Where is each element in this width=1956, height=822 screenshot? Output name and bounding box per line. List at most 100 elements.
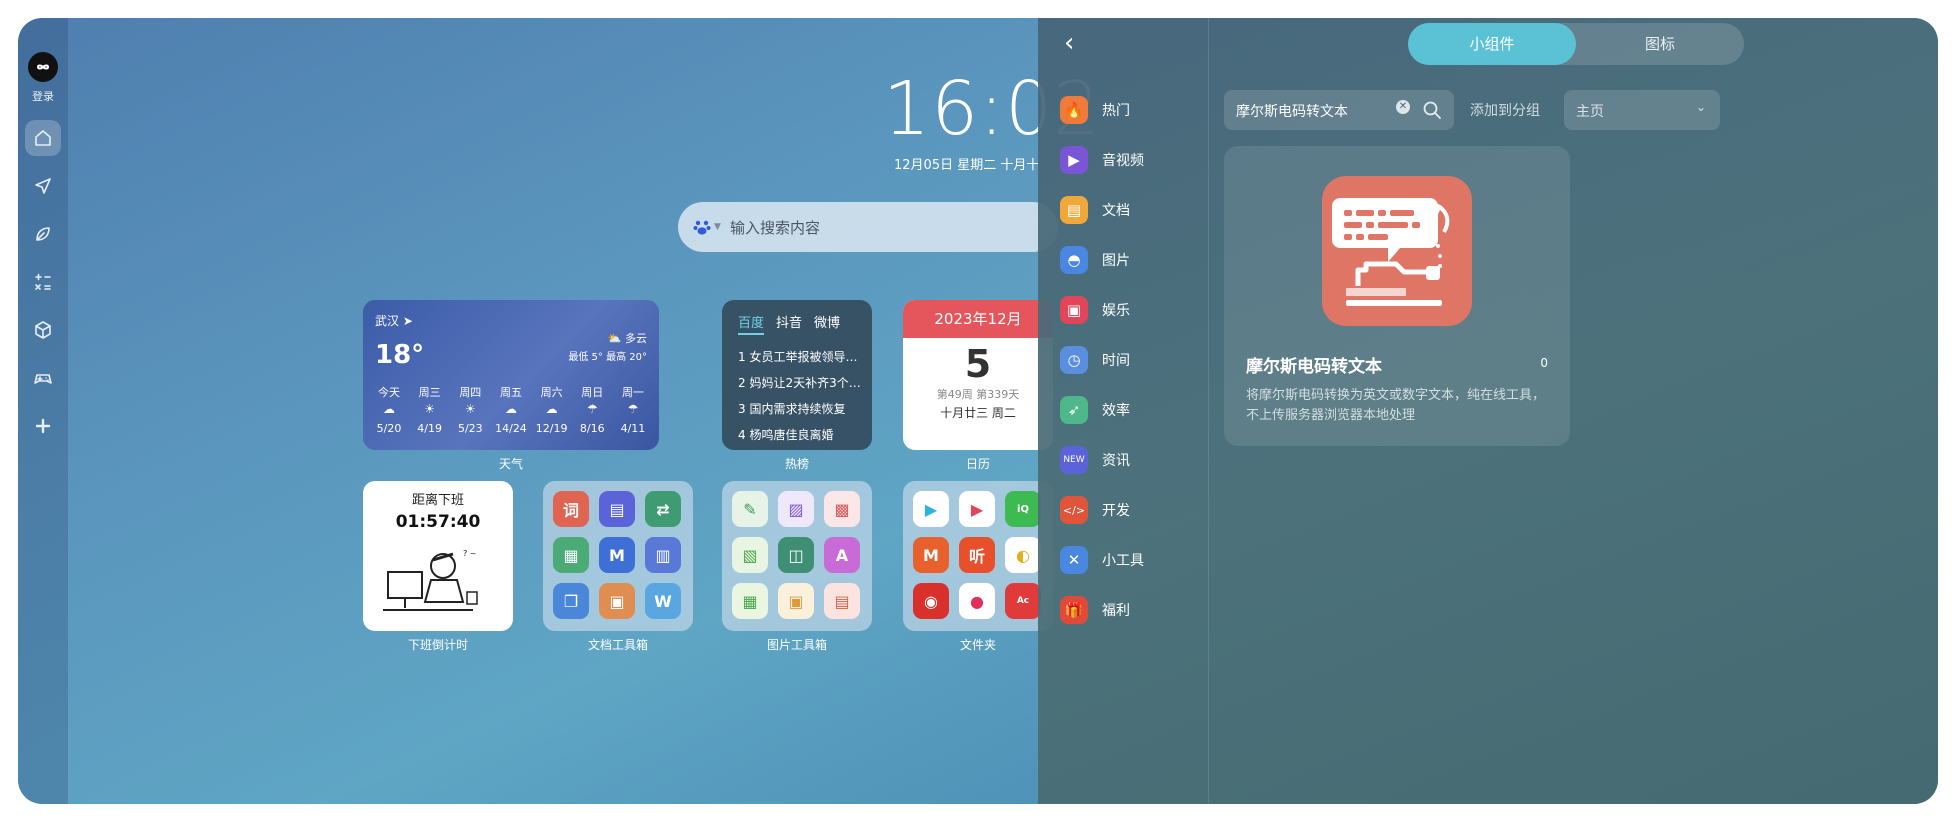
image-compare-icon[interactable]: ◫ bbox=[778, 537, 814, 573]
calendar-header: 2023年12月 bbox=[903, 300, 1053, 338]
forecast-day: 周五 ☁ 14/24 bbox=[491, 384, 531, 435]
leaf-nav[interactable] bbox=[25, 216, 61, 252]
engine-dropdown-icon[interactable]: ▼ bbox=[714, 222, 721, 232]
weather-temp: 18° bbox=[375, 340, 425, 370]
category-hot[interactable]: 🔥 热门 bbox=[1060, 96, 1130, 124]
sun-icon: ☀ bbox=[424, 402, 436, 416]
category-list: ‹ 🔥 热门 ▶ 音视频 ▤ 文档 ◓ 图片 ▣ 娱乐 ◷ 时间 ➶ 效率 NE… bbox=[1038, 18, 1209, 804]
plus-icon bbox=[35, 418, 51, 434]
hot-list-widget[interactable]: 百度 抖音 微博 1 女员工举报被领导性骚扰 2 妈妈让2天补齐3个月作业 3 … bbox=[722, 300, 872, 450]
back-icon[interactable]: ‹ bbox=[1064, 28, 1074, 58]
cube-nav[interactable] bbox=[25, 312, 61, 348]
news-icon: NEW bbox=[1060, 446, 1088, 474]
image-edit-icon[interactable]: ▦ bbox=[732, 583, 768, 619]
image-text-icon[interactable]: A bbox=[824, 537, 860, 573]
netease-music-icon[interactable]: ◉ bbox=[913, 583, 949, 619]
weather-widget[interactable]: 武汉 ➤ 18° ⛅ 多云 最低 5° 最高 20° 今天 ☁ 5/20 周三 ☀ 4/… bbox=[363, 300, 659, 450]
tab-douyin[interactable]: 抖音 bbox=[776, 312, 802, 335]
clock-date: 12月05日 星期二 十月十 bbox=[894, 158, 1040, 173]
list-item[interactable]: 3 国内需求持续恢复 bbox=[738, 396, 863, 422]
forecast-day: 周三 ☀ 4/19 bbox=[410, 384, 450, 435]
video-play-icon[interactable]: ▶ bbox=[913, 491, 949, 527]
left-sidebar: 登录 bbox=[18, 18, 68, 804]
category-news[interactable]: NEW 资讯 bbox=[1060, 446, 1130, 474]
search-input[interactable]: 输入搜索内容 bbox=[730, 217, 820, 238]
category-image[interactable]: ◓ 图片 bbox=[1060, 246, 1130, 274]
avatar[interactable] bbox=[28, 52, 58, 82]
convert-icon[interactable]: ⇄ bbox=[645, 491, 681, 527]
image-frame-icon[interactable]: ▣ bbox=[778, 583, 814, 619]
calendar-widget[interactable]: 2023年12月 5 第49周 第339天 十月廿三 周二 bbox=[903, 300, 1053, 450]
search-icon[interactable] bbox=[1422, 100, 1442, 120]
category-dev[interactable]: </> 开发 bbox=[1060, 496, 1130, 524]
doc-edit-icon[interactable]: ▤ bbox=[599, 491, 635, 527]
category-time[interactable]: ◷ 时间 bbox=[1060, 346, 1130, 374]
category-doc[interactable]: ▤ 文档 bbox=[1060, 196, 1130, 224]
widget-search-input[interactable]: 摩尔斯电码转文本 bbox=[1236, 101, 1348, 121]
forecast-day: 周四 ☀ 5/23 bbox=[450, 384, 490, 435]
image-crop-icon[interactable]: ▨ bbox=[778, 491, 814, 527]
youku-icon[interactable]: ◐ bbox=[1005, 537, 1041, 573]
tab-weibo[interactable]: 微博 bbox=[814, 312, 840, 335]
play-icon: ▶ bbox=[1060, 146, 1088, 174]
morse-chat-icon bbox=[1332, 198, 1450, 306]
pen-tool-icon[interactable]: ✎ bbox=[732, 491, 768, 527]
add-nav[interactable] bbox=[25, 408, 61, 444]
widget-search-box[interactable]: 摩尔斯电码转文本 ✕ bbox=[1224, 90, 1454, 130]
code-icon: </> bbox=[1060, 496, 1088, 524]
tab-baidu[interactable]: 百度 bbox=[738, 312, 765, 335]
tab-widgets[interactable]: 小组件 bbox=[1408, 23, 1576, 65]
word-tool-icon[interactable]: 词 bbox=[553, 491, 589, 527]
send-nav[interactable] bbox=[25, 168, 61, 204]
folder-widget[interactable]: ▶ ▶ iQ M 听 ◐ ◉ ● Ac bbox=[903, 481, 1053, 631]
list-item[interactable]: 2 妈妈让2天补齐3个月作业 bbox=[738, 370, 863, 396]
mango-icon[interactable]: M bbox=[913, 537, 949, 573]
image-gallery-icon[interactable]: ▤ bbox=[824, 583, 860, 619]
image-pattern-icon[interactable]: ▩ bbox=[824, 491, 860, 527]
clear-icon[interactable]: ✕ bbox=[1396, 100, 1410, 114]
chevron-down-icon: ⌄ bbox=[1695, 100, 1706, 114]
widget-result-card[interactable]: 摩尔斯电码转文本 0 将摩尔斯电码转换为英文或数字文本，纯在线工具，不上传服务器… bbox=[1224, 146, 1570, 446]
music-play-icon[interactable]: ● bbox=[959, 583, 995, 619]
category-welfare[interactable]: 🎁 福利 bbox=[1060, 596, 1130, 624]
category-tools[interactable]: ✕ 小工具 bbox=[1060, 546, 1144, 574]
calendar-week: 第49周 第339天 bbox=[936, 388, 1020, 401]
login-label[interactable]: 登录 bbox=[18, 88, 68, 104]
img-toolbox-label: 图片工具箱 bbox=[766, 638, 827, 652]
acfun-icon[interactable]: Ac bbox=[1005, 583, 1041, 619]
search-bar[interactable]: ▼ 输入搜索内容 bbox=[678, 202, 1058, 252]
iqiyi-icon[interactable]: iQ bbox=[1005, 491, 1041, 527]
gamepad-icon bbox=[34, 374, 52, 384]
listen-icon[interactable]: 听 bbox=[959, 537, 995, 573]
media-play-icon[interactable]: ▶ bbox=[959, 491, 995, 527]
game-nav[interactable] bbox=[25, 360, 61, 396]
calendar-day: 5 bbox=[964, 342, 992, 386]
doc-toolbox-widget[interactable]: 词 ▤ ⇄ ▦ M ▥ ❐ ▣ W bbox=[543, 481, 693, 631]
cube-icon bbox=[35, 321, 51, 339]
category-fun[interactable]: ▣ 娱乐 bbox=[1060, 296, 1130, 324]
picture-icon: ◓ bbox=[1060, 246, 1088, 274]
home-nav[interactable] bbox=[25, 120, 61, 156]
countdown-widget[interactable]: 距离下班 01:57:40 ? ~ bbox=[363, 481, 513, 631]
category-av[interactable]: ▶ 音视频 bbox=[1060, 146, 1144, 174]
tab-icons[interactable]: 图标 bbox=[1576, 23, 1744, 65]
doc-stack-icon[interactable]: ▦ bbox=[553, 537, 589, 573]
book-icon[interactable]: ▥ bbox=[645, 537, 681, 573]
countdown-time: 01:57:40 bbox=[395, 512, 481, 532]
fire-icon: 🔥 bbox=[1060, 96, 1088, 124]
group-select[interactable]: 主页 ⌄ bbox=[1564, 90, 1720, 130]
img-toolbox-widget[interactable]: ✎ ▨ ▩ ▧ ◫ A ▦ ▣ ▤ bbox=[722, 481, 872, 631]
search-doc-icon[interactable]: ▣ bbox=[599, 583, 635, 619]
word-file-icon[interactable]: W bbox=[645, 583, 681, 619]
markdown-icon[interactable]: M bbox=[599, 537, 635, 573]
calc-nav[interactable] bbox=[25, 264, 61, 300]
copy-doc-icon[interactable]: ❐ bbox=[553, 583, 589, 619]
app-window: 登录 16:02 12月05日 星期二 十月十 ▼ 输入搜索内容 武汉 ➤ 18… bbox=[18, 18, 1938, 804]
weather-label: 天气 bbox=[498, 457, 523, 471]
list-item[interactable]: 4 杨鸣唐佳良离婚 bbox=[738, 422, 863, 448]
category-efficiency[interactable]: ➶ 效率 bbox=[1060, 396, 1130, 424]
sun-icon: ☀ bbox=[464, 402, 476, 416]
list-item[interactable]: 1 女员工举报被领导性骚扰 bbox=[738, 344, 863, 370]
image-icon[interactable]: ▧ bbox=[732, 537, 768, 573]
countdown-title: 距离下班 bbox=[411, 493, 464, 508]
